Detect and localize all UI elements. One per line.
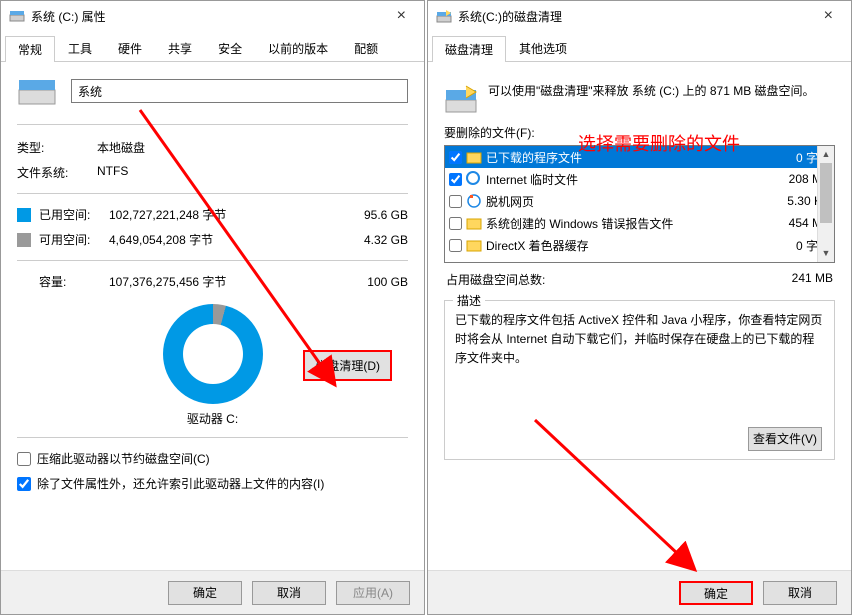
used-swatch — [17, 208, 31, 222]
file-checkbox[interactable] — [449, 173, 462, 186]
compress-label: 压缩此驱动器以节约磁盘空间(C) — [37, 450, 210, 467]
scroll-thumb[interactable] — [820, 163, 832, 223]
window-title: 系统(C:)的磁盘清理 — [458, 8, 814, 25]
free-swatch — [17, 233, 31, 247]
description-title: 描述 — [453, 292, 485, 311]
close-icon[interactable]: × — [387, 7, 416, 25]
window-title: 系统 (C:) 属性 — [31, 8, 387, 25]
file-checkbox[interactable] — [449, 195, 462, 208]
fs-value: NTFS — [97, 164, 128, 181]
tab-hardware[interactable]: 硬件 — [105, 35, 155, 61]
ie-icon — [466, 171, 482, 187]
drive-icon-large — [17, 74, 57, 108]
cancel-button[interactable]: 取消 — [763, 581, 837, 605]
capacity-gb: 100 GB — [259, 275, 408, 289]
file-checkbox[interactable] — [449, 151, 462, 164]
fs-label: 文件系统: — [17, 164, 97, 181]
web-icon — [466, 193, 482, 209]
used-label: 已用空间: — [39, 206, 109, 223]
description-group: 描述 已下载的程序文件包括 ActiveX 控件和 Java 小程序，你查看特定… — [444, 300, 835, 460]
tabs-row: 磁盘清理 其他选项 — [428, 31, 851, 62]
free-label: 可用空间: — [39, 231, 109, 248]
tab-previous[interactable]: 以前的版本 — [255, 35, 341, 61]
capacity-label: 容量: — [39, 273, 109, 290]
file-checkbox[interactable] — [449, 239, 462, 252]
file-name: 系统创建的 Windows 错误报告文件 — [486, 215, 760, 232]
type-label: 类型: — [17, 139, 97, 156]
drive-caption: 驱动器 C: — [163, 410, 263, 427]
footer: 确定 取消 应用(A) — [1, 570, 424, 614]
folder-icon — [466, 237, 482, 253]
cleanup-icon-large — [444, 82, 478, 116]
index-label: 除了文件属性外，还允许索引此驱动器上文件的内容(I) — [37, 475, 324, 492]
tab-security[interactable]: 安全 — [205, 35, 255, 61]
titlebar: 系统 (C:) 属性 × — [1, 1, 424, 31]
tab-tools[interactable]: 工具 — [55, 35, 105, 61]
disk-cleanup-window: 系统(C:)的磁盘清理 × 磁盘清理 其他选项 可以使用"磁盘清理"来释放 系统… — [427, 0, 852, 615]
free-gb: 4.32 GB — [259, 233, 408, 247]
description-text: 已下载的程序文件包括 ActiveX 控件和 Java 小程序，你查看特定网页时… — [455, 311, 824, 369]
tab-quota[interactable]: 配额 — [341, 35, 391, 61]
file-list: 已下载的程序文件 0 字节 Internet 临时文件 208 MB 脱机网页 … — [444, 145, 835, 263]
total-label: 占用磁盘空间总数: — [446, 271, 545, 288]
tab-other[interactable]: 其他选项 — [506, 35, 580, 61]
folder-icon — [466, 149, 482, 165]
used-bytes: 102,727,221,248 字节 — [109, 206, 259, 223]
footer: 确定 取消 — [428, 570, 851, 614]
volume-name-input[interactable] — [71, 79, 408, 103]
intro-text: 可以使用"磁盘清理"来释放 系统 (C:) 上的 871 MB 磁盘空间。 — [488, 82, 815, 99]
file-row[interactable]: DirectX 着色器缓存 0 字节 — [445, 234, 834, 256]
ok-button[interactable]: 确定 — [679, 581, 753, 605]
cleanup-icon — [436, 8, 452, 24]
titlebar: 系统(C:)的磁盘清理 × — [428, 1, 851, 31]
scroll-up-icon[interactable]: ▲ — [818, 146, 834, 163]
type-value: 本地磁盘 — [97, 139, 145, 156]
properties-window: 系统 (C:) 属性 × 常规 工具 硬件 共享 安全 以前的版本 配额 类型:… — [0, 0, 425, 615]
scroll-down-icon[interactable]: ▼ — [818, 245, 834, 262]
file-row[interactable]: 脱机网页 5.30 KB — [445, 190, 834, 212]
file-row[interactable]: 系统创建的 Windows 错误报告文件 454 MB — [445, 212, 834, 234]
index-checkbox[interactable] — [17, 477, 31, 491]
usage-donut — [163, 304, 263, 404]
file-name: DirectX 着色器缓存 — [486, 237, 760, 254]
disk-cleanup-button[interactable]: 磁盘清理(D) — [303, 350, 392, 381]
ok-button[interactable]: 确定 — [168, 581, 242, 605]
file-row[interactable]: Internet 临时文件 208 MB — [445, 168, 834, 190]
annotation-text: 选择需要删除的文件 — [578, 130, 740, 156]
cancel-button[interactable]: 取消 — [252, 581, 326, 605]
view-files-button[interactable]: 查看文件(V) — [748, 427, 822, 451]
file-name: 脱机网页 — [486, 193, 760, 210]
file-checkbox[interactable] — [449, 217, 462, 230]
capacity-bytes: 107,376,275,456 字节 — [109, 273, 259, 290]
tab-general[interactable]: 常规 — [5, 36, 55, 62]
close-icon[interactable]: × — [814, 7, 843, 25]
folder-icon — [466, 215, 482, 231]
used-gb: 95.6 GB — [259, 208, 408, 222]
compress-checkbox[interactable] — [17, 452, 31, 466]
scrollbar[interactable]: ▲ ▼ — [817, 146, 834, 262]
apply-button[interactable]: 应用(A) — [336, 581, 410, 605]
tab-cleanup[interactable]: 磁盘清理 — [432, 36, 506, 62]
content: 类型:本地磁盘 文件系统:NTFS 已用空间: 102,727,221,248 … — [1, 62, 424, 508]
file-name: Internet 临时文件 — [486, 171, 760, 188]
total-value: 241 MB — [792, 271, 833, 288]
tabs-row: 常规 工具 硬件 共享 安全 以前的版本 配额 — [1, 31, 424, 62]
free-bytes: 4,649,054,208 字节 — [109, 231, 259, 248]
tab-sharing[interactable]: 共享 — [155, 35, 205, 61]
drive-icon — [9, 8, 25, 24]
